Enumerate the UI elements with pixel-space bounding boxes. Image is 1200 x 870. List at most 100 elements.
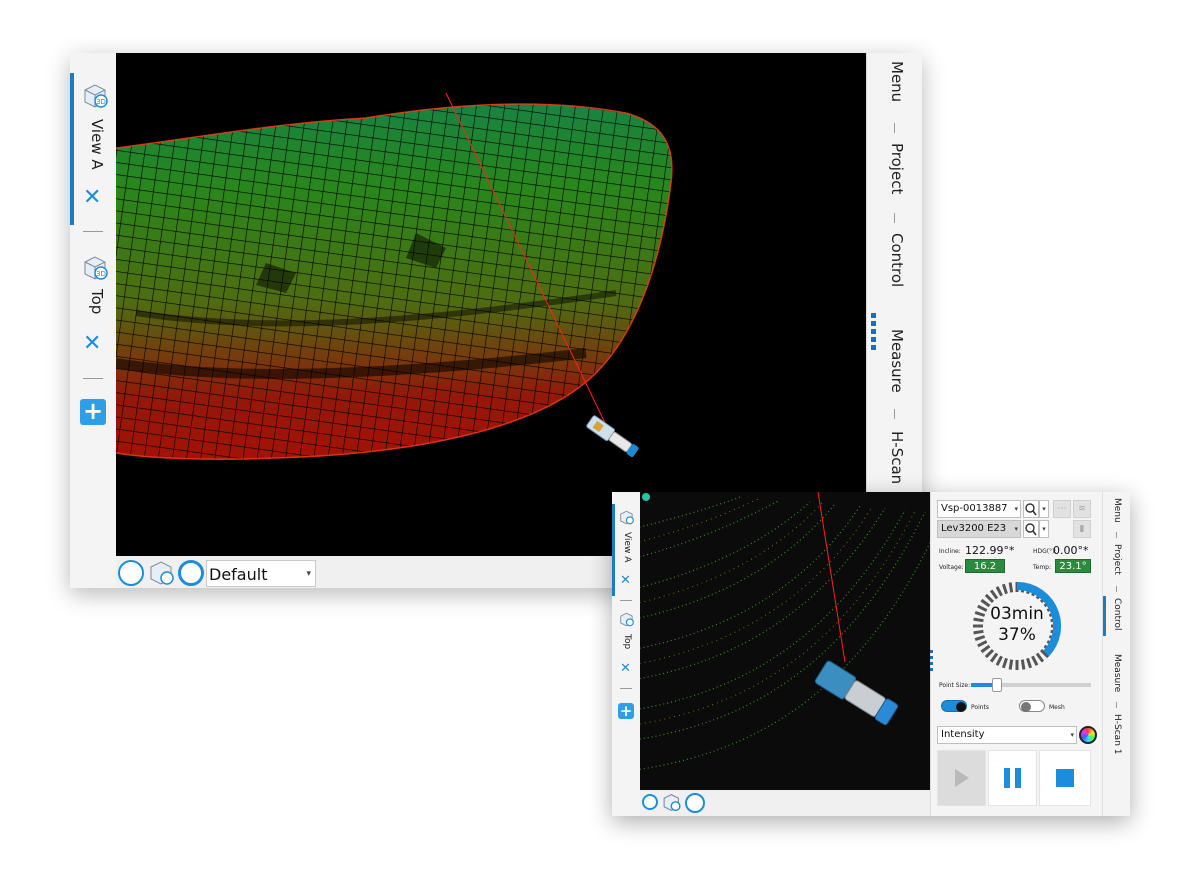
chevron-down-icon[interactable]: ▾ (1039, 500, 1049, 518)
side-menu-item-measure[interactable]: Measure (888, 329, 906, 393)
side-menu-item-hscan[interactable]: H-Scan 1 (1112, 714, 1122, 754)
divider (894, 213, 895, 223)
divider (894, 409, 895, 419)
point-size-label: Point Size: (939, 682, 971, 689)
close-icon[interactable]: ✕ (620, 574, 631, 587)
mesh-toggle[interactable] (1019, 700, 1045, 712)
divider (620, 600, 632, 601)
orbit-icon[interactable] (178, 560, 204, 586)
toggle-knob (1021, 702, 1031, 712)
close-icon[interactable]: ✕ (620, 662, 631, 675)
device-info-icon[interactable]: ▮ (1073, 520, 1091, 538)
add-view-button[interactable]: + (618, 703, 634, 719)
voltage-label: Voltage: (939, 564, 964, 571)
3d-view-icon (620, 612, 634, 627)
search-icon (1025, 503, 1037, 516)
wifi-icon[interactable]: ≋ (1073, 500, 1091, 518)
progress-ring-tick (989, 589, 999, 600)
incline-label: Incline: (939, 548, 961, 555)
view-preset-select[interactable]: Default ▾ (206, 560, 316, 587)
close-icon[interactable]: ✕ (83, 187, 101, 209)
3d-view-icon: 3D (84, 256, 108, 280)
point-size-slider-handle[interactable] (992, 678, 1003, 692)
progress-ring-tick (1035, 652, 1045, 663)
progress-ring-tick (1031, 655, 1039, 666)
side-menu-item-project[interactable]: Project (888, 143, 906, 194)
chevron-down-icon[interactable]: ▾ (1039, 520, 1049, 538)
progress-ring-tick (995, 655, 1003, 666)
progress-ring-tick (1008, 659, 1014, 670)
stop-icon (1056, 769, 1074, 787)
3d-view-icon (620, 510, 634, 525)
side-menu-item-menu[interactable]: Menu (1112, 498, 1122, 523)
side-menu-item-control[interactable]: Control (1112, 598, 1122, 631)
view-tab-bar: View A ✕ Top ✕ + (612, 492, 640, 816)
viewport-toolbar (640, 790, 930, 816)
model-select[interactable]: Lev3200 E23 ▾ (937, 520, 1021, 538)
scan-time-remaining: 03min (990, 604, 1044, 624)
pause-icon (1004, 768, 1021, 788)
resize-grip (871, 345, 876, 350)
color-wheel-icon[interactable] (1079, 726, 1097, 744)
play-button[interactable] (937, 750, 986, 806)
resize-grip[interactable] (871, 313, 876, 318)
divider (1116, 532, 1117, 538)
chevron-down-icon: ▾ (1014, 505, 1018, 513)
close-icon[interactable]: ✕ (83, 333, 101, 355)
point-size-slider[interactable] (971, 678, 1091, 692)
view-preset-value: Default (209, 565, 268, 584)
progress-ring-tick (980, 644, 991, 654)
side-menu: Menu Project Control Measure H-Scan 1 (1102, 492, 1130, 816)
search-icon (1025, 523, 1037, 536)
chevron-down-icon: ▾ (306, 568, 311, 579)
scan-percent: 37% (998, 625, 1036, 645)
view-tab-bar: 3D View A ✕ 3D Top ✕ + (70, 53, 116, 588)
progress-ring-tick (1008, 582, 1014, 593)
search-scanner-button[interactable] (1023, 500, 1039, 518)
progress-ring-tick (989, 652, 999, 663)
compass-icon[interactable] (118, 560, 144, 586)
orbit-icon[interactable] (685, 793, 705, 813)
network-icon[interactable]: ⋯ (1053, 500, 1071, 518)
svg-text:3D: 3D (96, 270, 106, 278)
progress-ring-tick (1001, 583, 1008, 595)
pause-button[interactable] (988, 750, 1037, 806)
divider (620, 688, 632, 689)
compass-icon[interactable] (642, 794, 658, 810)
color-mode-select[interactable]: Intensity ▾ (937, 726, 1077, 744)
view-tab-label: Top (88, 289, 106, 315)
points-toggle[interactable] (941, 700, 967, 712)
scanner-device (586, 415, 639, 457)
3d-view-icon[interactable] (148, 560, 176, 586)
progress-ring-tick (984, 648, 995, 659)
progress-ring-tick (1020, 659, 1026, 670)
point-cloud-viewport[interactable] (640, 492, 930, 790)
side-menu-item-project[interactable]: Project (1112, 544, 1122, 575)
divider (894, 123, 895, 133)
divider (1116, 702, 1117, 708)
search-model-button[interactable] (1023, 520, 1039, 538)
resize-grip[interactable] (930, 650, 934, 680)
side-menu-item-hscan[interactable]: H-Scan (888, 431, 906, 484)
mesh-toggle-label: Mesh (1049, 704, 1065, 711)
scanner-select-value: Vsp-0013887 (941, 503, 1008, 514)
scanner-device (814, 660, 899, 726)
scanner-select[interactable]: Vsp-0013887 ▾ (937, 500, 1021, 518)
view-tab-label: View A (622, 532, 632, 563)
resize-grip (871, 329, 876, 334)
chevron-down-icon: ▾ (1014, 525, 1018, 533)
divider (83, 378, 103, 379)
model-select-value: Lev3200 E23 (941, 523, 1007, 534)
view-tab-label: Top (622, 634, 632, 650)
add-view-button[interactable]: + (80, 399, 106, 425)
temp-label: Temp: (1033, 564, 1052, 571)
side-menu-item-control[interactable]: Control (888, 233, 906, 287)
3d-view-icon: 3D (84, 84, 108, 108)
side-menu-item-measure[interactable]: Measure (1112, 654, 1122, 692)
3d-view-icon[interactable] (662, 793, 682, 812)
progress-ring-tick (1001, 657, 1008, 669)
side-menu-item-menu[interactable]: Menu (888, 61, 906, 102)
points-toggle-label: Points (971, 704, 990, 711)
3d-viewport[interactable] (116, 53, 866, 556)
stop-button[interactable] (1039, 750, 1091, 806)
